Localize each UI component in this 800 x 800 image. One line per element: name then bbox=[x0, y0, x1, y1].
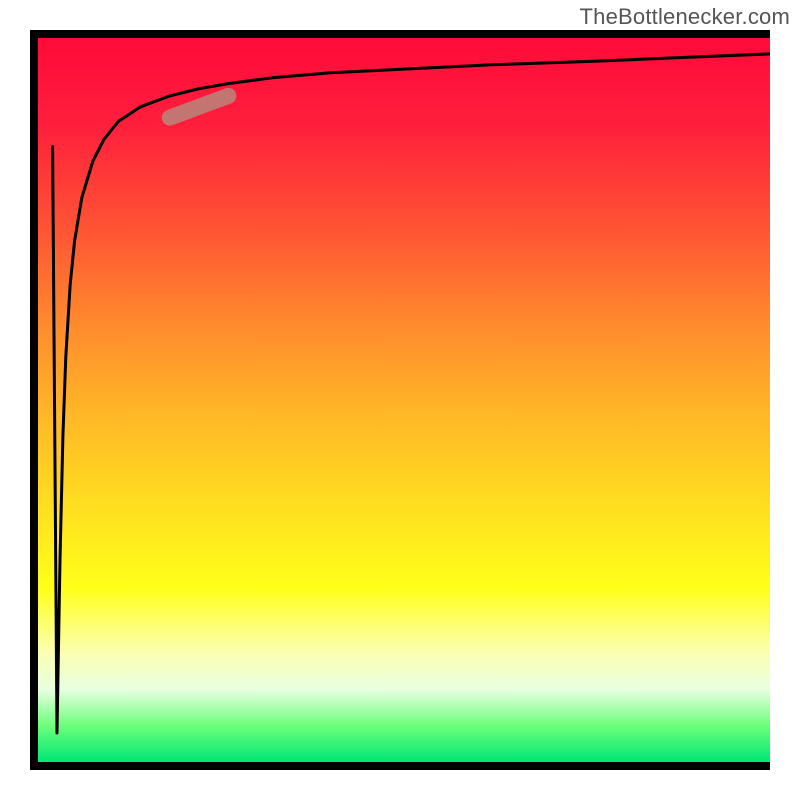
curve-layer bbox=[38, 38, 770, 762]
highlight-segment bbox=[170, 96, 229, 118]
plot-area bbox=[38, 38, 770, 762]
attribution-label: TheBottlenecker.com bbox=[580, 4, 790, 30]
bottleneck-curve bbox=[53, 54, 770, 733]
chart-container: TheBottlenecker.com bbox=[0, 0, 800, 800]
plot-frame bbox=[30, 30, 770, 770]
